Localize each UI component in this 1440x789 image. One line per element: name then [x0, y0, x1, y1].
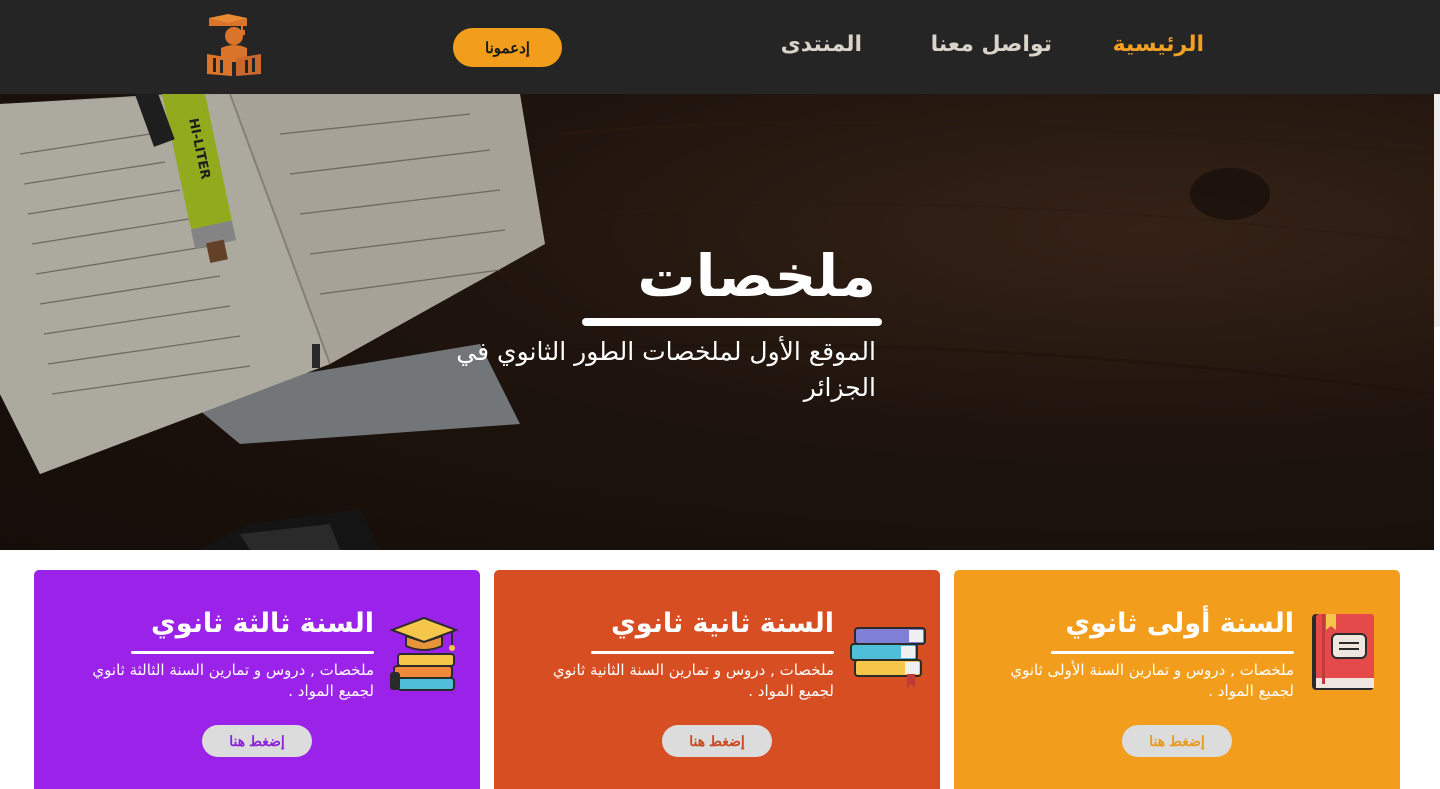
books-stack-icon — [850, 627, 926, 688]
card-title: السنة ثانية ثانوي — [611, 608, 834, 639]
card-title: السنة ثالثة ثانوي — [151, 608, 374, 639]
support-button[interactable]: إدعمونا — [453, 28, 562, 67]
card-third-year-button[interactable]: إضغط هنا — [202, 725, 312, 757]
card-description: ملخصات , دروس و تمارين السنة الأولى ثانو… — [1010, 661, 1294, 700]
card-description: ملخصات , دروس و تمارين السنة الثانية ثان… — [552, 661, 834, 700]
nav-link-forum[interactable]: المنتدى — [781, 32, 862, 57]
card-third-year: السنة ثالثة ثانوي ملخصات , دروس و تمارين… — [34, 570, 480, 789]
card-title-underline — [591, 651, 834, 654]
card-second-year-button[interactable]: إضغط هنا — [662, 725, 772, 757]
hero-title-underline — [582, 318, 882, 326]
card-title-underline — [131, 651, 374, 654]
card-first-year: السنة أولى ثانوي ملخصات , دروس و تمارين … — [954, 570, 1400, 789]
hero-subtitle: الموقع الأول لملخصات الطور الثانوي في ال… — [456, 337, 876, 402]
nav-link-contact[interactable]: تواصل معنا — [931, 32, 1052, 57]
card-first-year-button[interactable]: إضغط هنا — [1122, 725, 1232, 757]
top-navbar: إدعمونا المنتدى تواصل معنا الرئيسية — [0, 0, 1440, 94]
graduate-books-logo-icon[interactable] — [203, 14, 265, 78]
card-second-year: السنة ثانية ثانوي ملخصات , دروس و تمارين… — [494, 570, 940, 789]
page-scrollbar[interactable] — [1434, 94, 1440, 327]
card-title-underline — [1051, 651, 1294, 654]
graduation-cap-books-icon — [389, 616, 459, 691]
hero-title: ملخصات — [637, 242, 876, 310]
nav-link-home[interactable]: الرئيسية — [1113, 32, 1204, 57]
book-icon — [1312, 614, 1374, 690]
card-description: ملخصات , دروس و تمارين السنة الثالثة ثان… — [92, 661, 374, 700]
card-title: السنة أولى ثانوي — [1065, 608, 1294, 639]
